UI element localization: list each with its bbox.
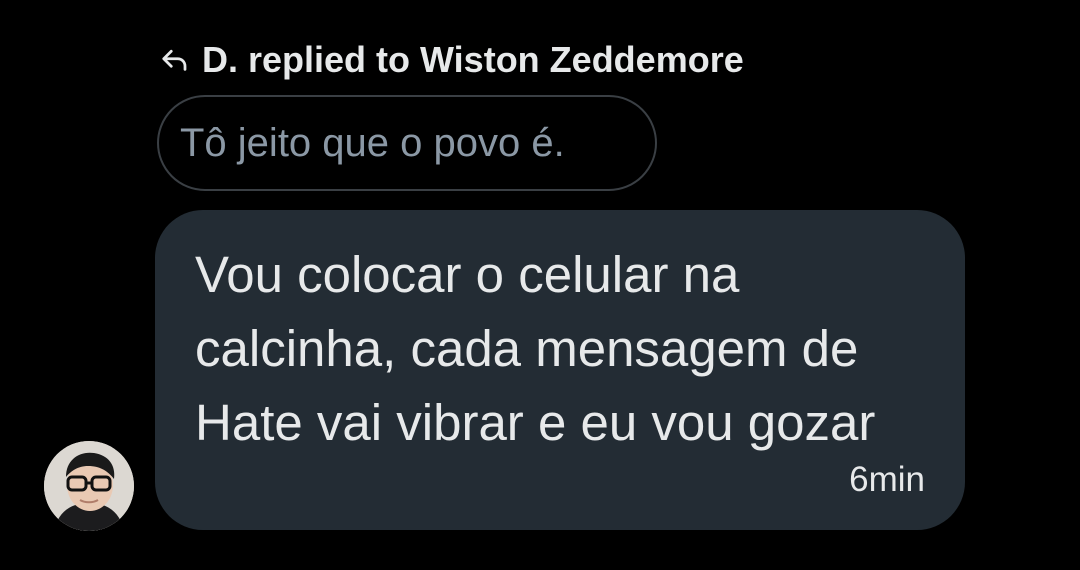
message-line: calcinha, cada mensagem de: [195, 320, 859, 377]
quoted-message-text: Tô jeito que o povo é.: [180, 120, 565, 165]
message-bubble[interactable]: Vou colocar o celular na calcinha, cada …: [155, 210, 965, 530]
quoted-message-bubble[interactable]: Tô jeito que o povo é.: [157, 95, 657, 191]
reply-arrow-icon: [158, 43, 192, 77]
reply-context-header[interactable]: D. replied to Wiston Zeddemore: [158, 38, 744, 82]
reply-context-text: D. replied to Wiston Zeddemore: [202, 39, 744, 80]
message-line: Vou colocar o celular na: [195, 246, 740, 303]
message-text: Vou colocar o celular na calcinha, cada …: [195, 238, 925, 460]
message-line: Hate vai vibrar e eu vou gozar: [195, 394, 876, 451]
user-avatar-photo: [44, 441, 134, 531]
avatar[interactable]: [44, 441, 134, 531]
message-timestamp: 6min: [849, 460, 925, 499]
